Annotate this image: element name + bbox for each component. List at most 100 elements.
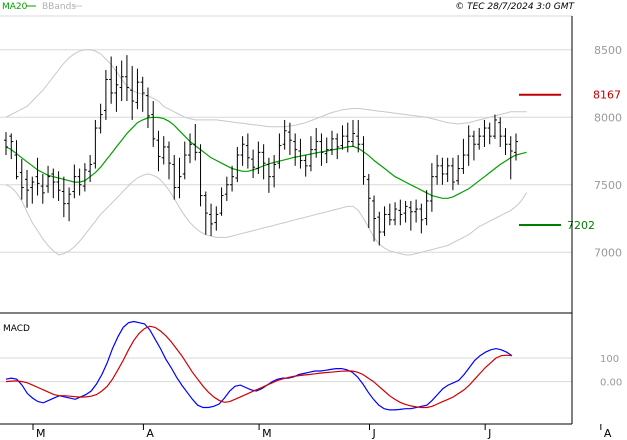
ohlc-bar	[103, 70, 108, 120]
support-level-label: 7202	[567, 219, 595, 232]
ohlc-bar	[277, 133, 282, 169]
ohlc-bar	[351, 119, 356, 147]
ohlc-bar	[188, 133, 193, 164]
ohlc-bar	[46, 165, 51, 193]
ohlc-bar	[82, 163, 87, 192]
ohlc-bar	[429, 163, 434, 212]
ohlc-bar	[25, 169, 30, 208]
ohlc-bar	[461, 138, 466, 174]
ohlc-bar	[466, 125, 471, 166]
month-label: A	[604, 427, 612, 440]
ohlc-bar	[177, 157, 182, 199]
ohlc-bar	[19, 159, 24, 200]
ohlc-bar	[419, 203, 424, 234]
month-label: M	[36, 427, 46, 440]
ohlc-bar	[361, 136, 366, 185]
x-axis-months: MAMJJA	[32, 424, 612, 440]
ohlc-bar	[377, 211, 382, 246]
macd-tick-label: 0.00	[600, 378, 622, 389]
month-label: J	[371, 427, 375, 440]
ohlc-bar	[203, 191, 208, 235]
ohlc-bar	[214, 206, 219, 231]
ohlc-bar	[503, 128, 508, 156]
ohlc-bar	[456, 155, 461, 185]
ohlc-bar	[172, 155, 177, 200]
ohlc-bar	[161, 136, 166, 165]
ohlc-bar	[98, 103, 103, 134]
ohlc-bar	[382, 206, 387, 237]
ohlc-bar	[51, 168, 56, 199]
ohlc-bar	[67, 187, 72, 222]
ohlc-bar	[387, 203, 392, 226]
ohlc-bar	[93, 119, 98, 169]
price-tick-label: 7000	[594, 246, 622, 259]
ohlc-bar	[414, 199, 419, 223]
ohlc-bar	[403, 200, 408, 223]
macd-axis-ticks: 0.00 100	[600, 354, 622, 389]
month-label: J	[487, 427, 491, 440]
macd-title: MACD	[3, 324, 30, 334]
ohlc-bar	[498, 117, 503, 147]
ohlc-bar	[366, 173, 371, 228]
ohlc-bar	[135, 68, 140, 110]
bollinger-bands	[5, 49, 527, 256]
ohlc-bar	[261, 144, 266, 180]
ohlc-bar	[209, 203, 214, 237]
ohlc-bar	[224, 176, 229, 201]
ohlc-bar	[219, 187, 224, 216]
macd-panel: MACD 0.00 100	[0, 320, 622, 411]
macd-tick-label: 100	[600, 354, 619, 365]
ohlc-bar	[151, 101, 156, 147]
resistance-level-label: 8167	[593, 89, 621, 102]
ohlc-bar	[508, 136, 513, 180]
ohlc-bar	[424, 190, 429, 226]
ohlc-bar	[124, 55, 129, 102]
ohlc-bar	[408, 200, 413, 231]
ohlc-bar	[303, 155, 308, 177]
ohlc-bar	[272, 155, 277, 188]
ohlc-bar	[398, 199, 403, 226]
ohlc-bar	[235, 146, 240, 183]
ohlc-bar	[245, 133, 250, 169]
header: MA20 BBands © TEC 28/7/2024 3:0 GMT	[2, 2, 576, 12]
ohlc-bar	[230, 165, 235, 192]
chart-canvas: MA20 BBands © TEC 28/7/2024 3:0 GMT 7000…	[0, 2, 622, 440]
bbands-upper-line	[5, 49, 527, 128]
ohlc-bar	[440, 157, 445, 185]
ohlc-bar	[435, 155, 440, 185]
ohlc-bar	[345, 122, 350, 153]
ohlc-bar	[30, 176, 35, 204]
ohlc-bar	[9, 133, 14, 160]
ohlc-bar	[193, 124, 198, 161]
ohlc-bars	[4, 55, 518, 246]
ohlc-bar	[298, 138, 303, 169]
ohlc-bar	[4, 132, 8, 156]
source-timestamp: © TEC 28/7/2024 3:0 GMT	[455, 2, 575, 12]
ohlc-bar	[40, 173, 45, 204]
price-tick-label: 7500	[594, 179, 622, 192]
ohlc-bar	[482, 119, 487, 147]
ohlc-bar	[445, 157, 450, 183]
ohlc-bar	[487, 122, 492, 145]
macd-lines	[5, 320, 513, 411]
ohlc-bar	[282, 119, 287, 150]
price-tick-label: 8500	[594, 44, 622, 57]
ohlc-bar	[156, 130, 161, 172]
ohlc-bar	[329, 130, 334, 156]
ohlc-bar	[492, 114, 497, 139]
ohlc-bar	[35, 157, 40, 196]
price-levels: 8167 7202	[519, 89, 621, 232]
price-tick-label: 8000	[594, 111, 622, 124]
ohlc-bar	[251, 149, 256, 178]
price-panel: 7000 7500 8000 8500 8167 7202	[0, 15, 622, 314]
ohlc-bar	[477, 128, 482, 150]
ohlc-bar	[14, 140, 19, 180]
ohlc-bar	[61, 176, 66, 218]
ohlc-bar	[145, 87, 150, 129]
legend-ma20-label: MA20	[2, 2, 28, 12]
ohlc-bar	[182, 141, 187, 180]
ohlc-bar	[340, 125, 345, 150]
ohlc-bar	[335, 133, 340, 160]
month-label: A	[146, 427, 154, 440]
ohlc-bar	[256, 141, 261, 174]
